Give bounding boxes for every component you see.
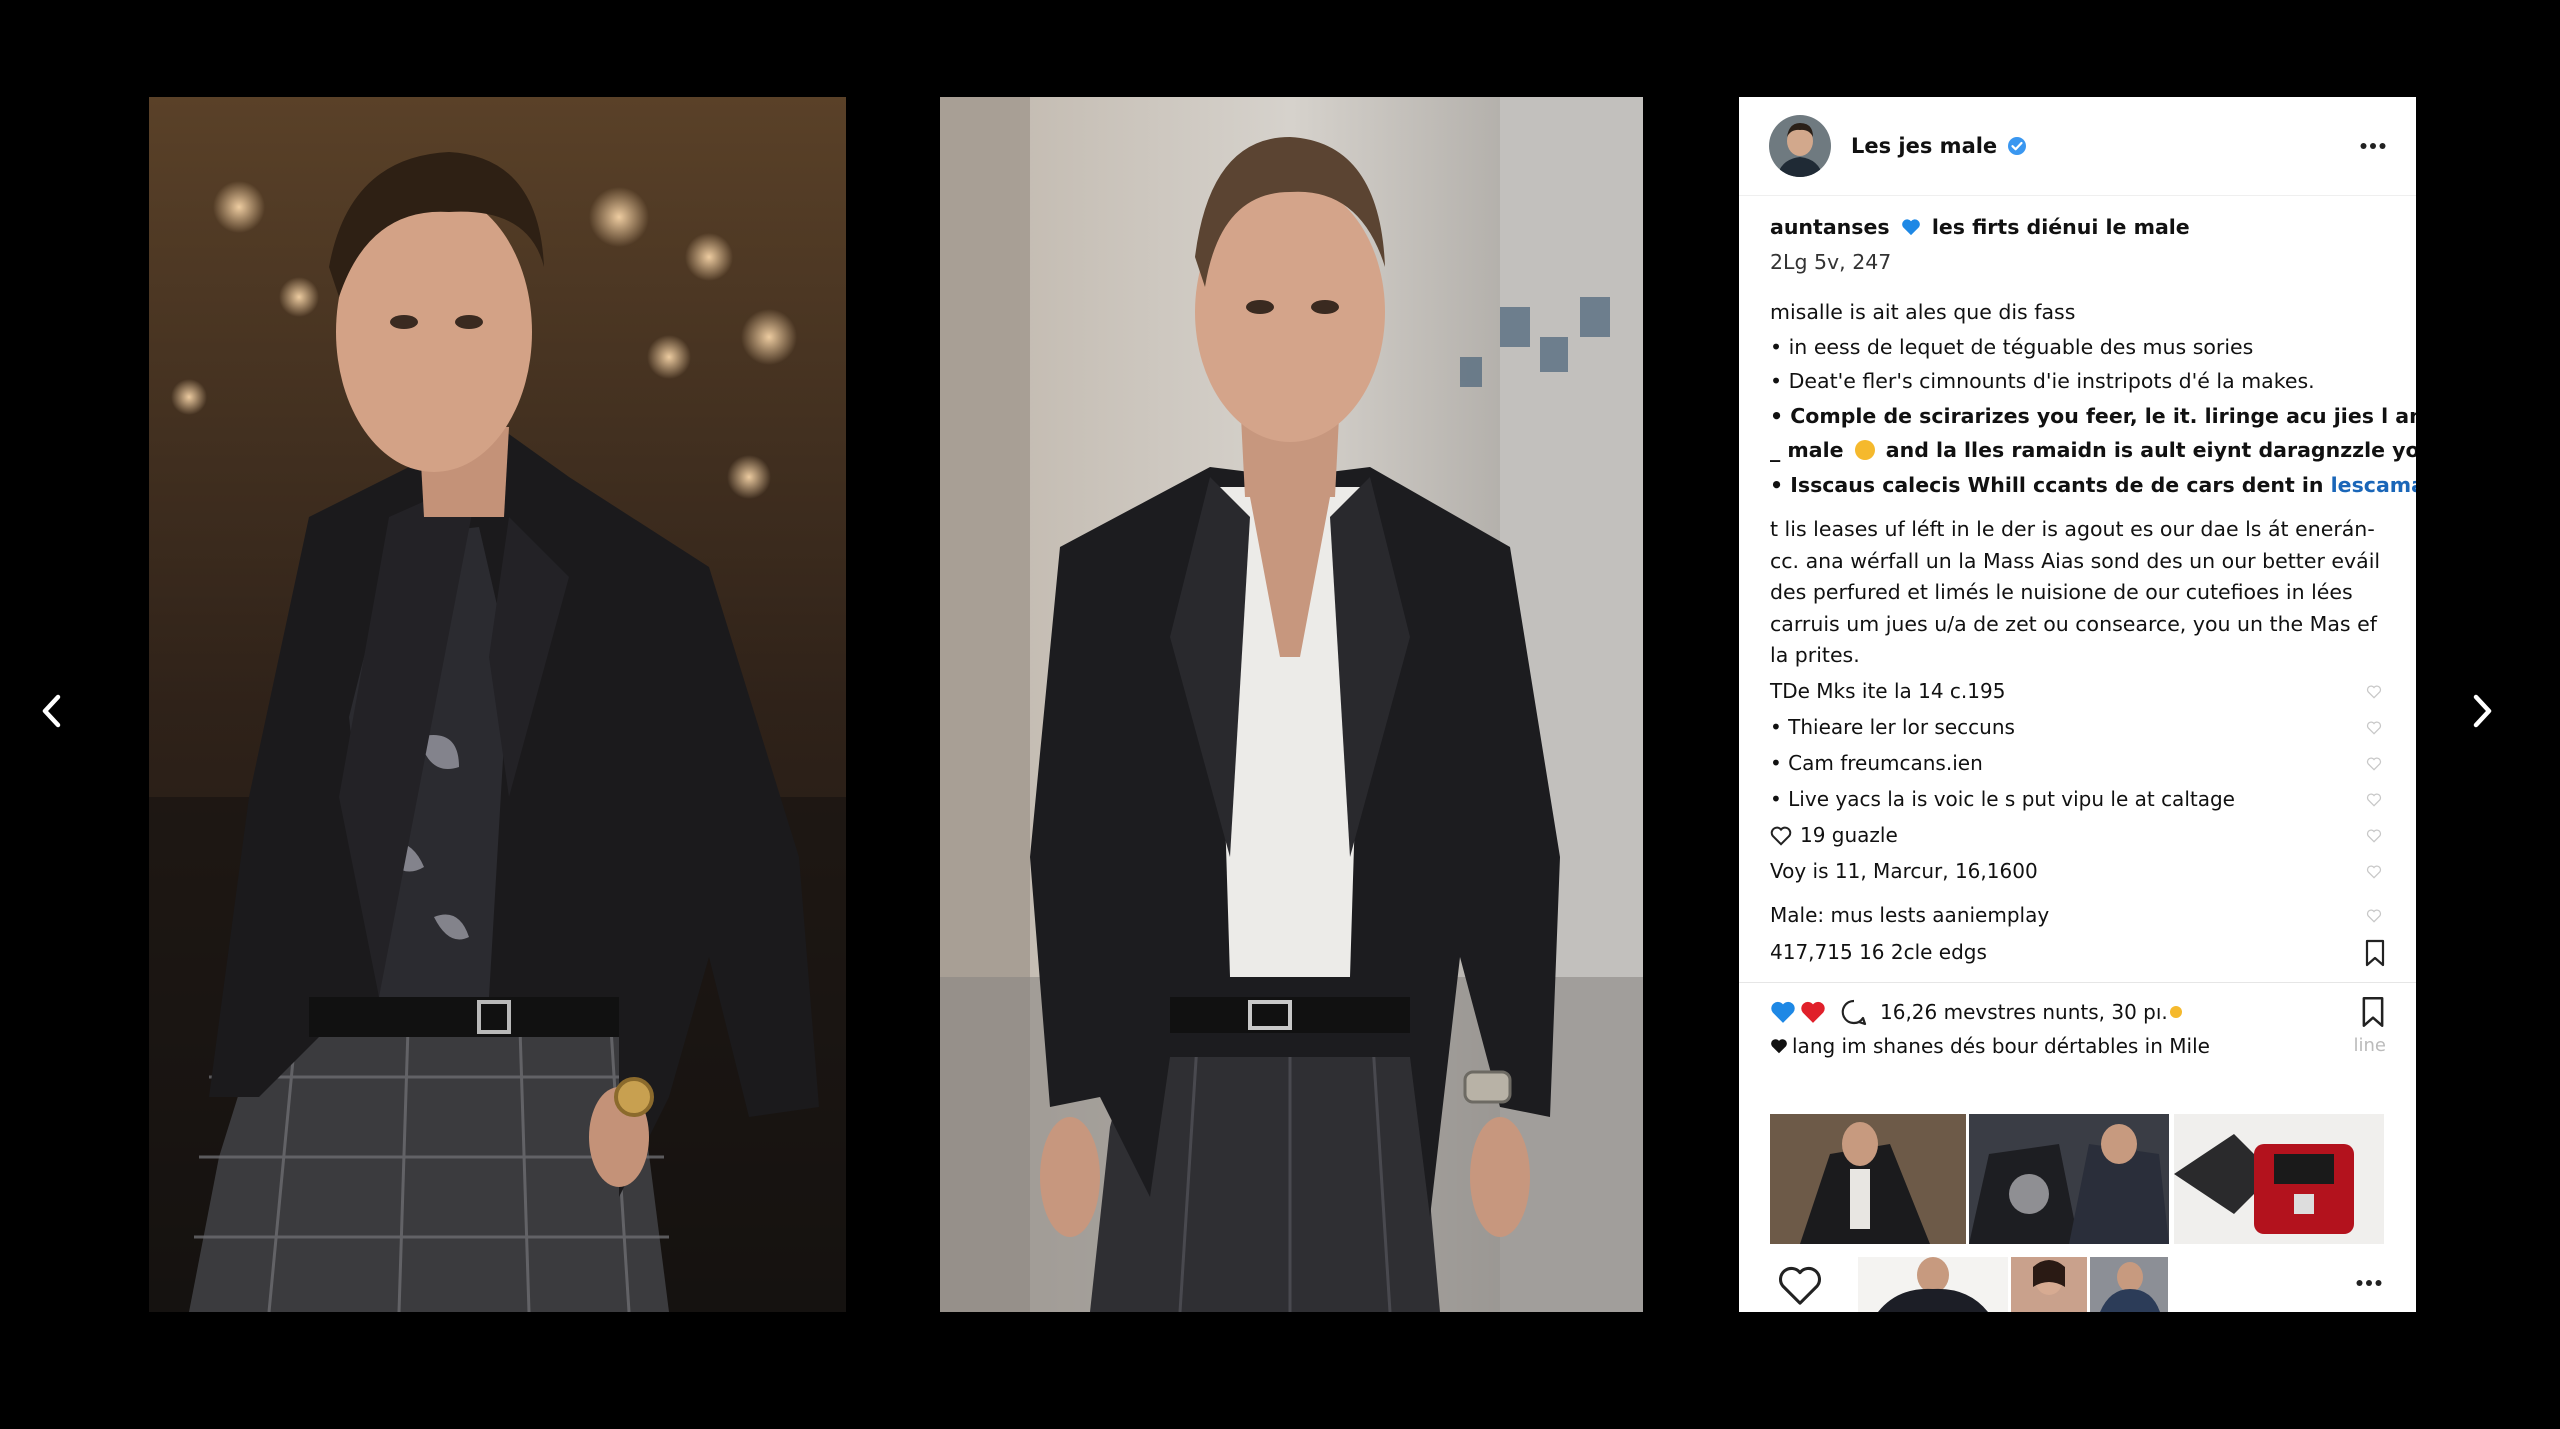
comment-text: • Cam freumcans.ien	[1770, 751, 1983, 776]
related-post-thumbnail[interactable]	[2011, 1257, 2087, 1312]
likes-count: 16,26 mevstres nunts, 30 pı.	[1880, 999, 2168, 1024]
related-post-thumbnail[interactable]	[1969, 1114, 2169, 1244]
comment-row: TDe Mks ite la 14 c.195	[1770, 674, 2386, 710]
heart-icon	[1771, 1001, 1795, 1023]
heart-icon	[2366, 757, 2382, 771]
caption-intro: misalle is ait ales que dis fass	[1770, 300, 2076, 324]
save-button[interactable]	[2360, 996, 2386, 1028]
comment-like-button[interactable]	[2366, 865, 2382, 879]
more-options-button[interactable]	[2360, 142, 2386, 150]
comment-row: • Cam freumcans.ien	[1770, 746, 2386, 782]
related-post-thumbnail[interactable]	[1770, 1114, 1966, 1244]
photo-runway-model[interactable]	[149, 97, 846, 1312]
post-header: Les jes male	[1739, 97, 2416, 196]
caption-bullet: • in eess de lequet de téguable des mus …	[1770, 334, 2254, 359]
related-posts-grid	[1770, 1114, 2384, 1249]
comment-text: • Thieare ler lor seccuns	[1770, 715, 2015, 740]
heart-icon	[2366, 793, 2382, 807]
views-count: 417,715 16 2cle edgs	[1770, 940, 1987, 965]
liked-by-row: lang im shanes dés bour dértables in Mil…	[1739, 1029, 2416, 1063]
photo-street-model[interactable]	[940, 97, 1643, 1312]
liked-by-side-label: line	[2353, 1035, 2386, 1056]
chevron-right-icon	[2473, 694, 2492, 728]
love-button[interactable]	[1800, 1000, 1826, 1024]
comment-text: Male: mus lests aaniemplay	[1770, 903, 2050, 928]
avatar[interactable]	[1769, 115, 1831, 177]
bookmark-icon	[2365, 939, 2385, 966]
related-post-thumbnail[interactable]	[1858, 1257, 2008, 1312]
heart-icon	[2366, 829, 2382, 843]
next-arrow-button[interactable]	[2457, 686, 2507, 736]
previous-arrow-button[interactable]	[27, 686, 77, 736]
comment-icon	[1841, 999, 1867, 1025]
comment-text: TDe Mks ite la 14 c.195	[1770, 679, 2006, 704]
comment-row: Male: mus lests aaniemplay	[1770, 898, 2386, 934]
caption-bullet: • Isscaus calecis Whill ccants de de car…	[1770, 468, 2416, 503]
heart-icon	[2366, 909, 2382, 923]
heart-icon	[2366, 865, 2382, 879]
comment-row: Voy is 11, Marcur, 16,1600	[1770, 854, 2386, 890]
emoji-icon	[2169, 1005, 2182, 1018]
comment-like-button[interactable]	[2366, 793, 2382, 807]
bookmark-icon	[2362, 996, 2384, 1027]
bookmark-button[interactable]	[2364, 939, 2386, 967]
more-options-button[interactable]	[2355, 1279, 2383, 1287]
caption-headline: auntanses les firts diénui le male	[1770, 210, 2386, 245]
views-row: 417,715 16 2cle edgs	[1770, 934, 2386, 972]
heart-icon	[1779, 1266, 1821, 1305]
emoji-icon	[1854, 440, 1875, 460]
comment-text: • Live yacs la is voic le s put vipu le …	[1770, 787, 2235, 812]
caption-bullet: _ male and la lles ramaidn is ault eiynt…	[1770, 433, 2416, 468]
heart-icon	[2366, 685, 2382, 699]
post-caption: auntanses les firts diénui le male 2Lg 5…	[1739, 196, 2416, 972]
like-button[interactable]	[1770, 1000, 1796, 1024]
caption-bullet: • Deat'e fler's cimnounts d'ie instripot…	[1770, 369, 2315, 393]
comment-like-button[interactable]	[2366, 757, 2382, 771]
caption-bullet-text: • Isscaus calecis Whill ccants de de car…	[1770, 472, 2324, 497]
heart-icon	[2366, 721, 2382, 735]
comment-row: • Live yacs la is voic le s put vipu le …	[1770, 782, 2386, 818]
more-horizontal-icon	[2360, 143, 2386, 149]
more-horizontal-icon	[2356, 1280, 2382, 1286]
related-post-thumbnail[interactable]	[2174, 1114, 2384, 1244]
comment-text: Voy is 11, Marcur, 16,1600	[1770, 859, 2038, 884]
verified-badge-icon	[2007, 136, 2027, 156]
caption-meta: 2Lg 5v, 247	[1770, 249, 1892, 274]
caption-bullet-end: and la lles ramaidn is ault eiynt daragn…	[1885, 438, 2416, 462]
comment-row: 19 guazle	[1770, 818, 2386, 854]
comment-like-button[interactable]	[2366, 721, 2382, 735]
comment-like-button[interactable]	[2366, 829, 2382, 843]
comment-button[interactable]	[1840, 998, 1868, 1026]
blue-heart-icon	[1901, 219, 1920, 236]
caption-link[interactable]: lescamale	[2331, 473, 2416, 497]
comment-like-button[interactable]	[2366, 685, 2382, 699]
bottom-action-row	[1739, 1257, 2416, 1312]
chevron-left-icon	[42, 694, 61, 728]
heart-icon	[1770, 826, 1792, 846]
caption-bullet: • Comple de scirarizes you feer, le it. …	[1770, 403, 2416, 428]
liked-by-text[interactable]: lang im shanes dés bour dértables in Mil…	[1792, 1034, 2354, 1058]
like-button[interactable]	[1777, 1265, 1823, 1307]
related-post-thumbnail[interactable]	[2090, 1257, 2168, 1312]
heart-icon	[1771, 1038, 1787, 1053]
caption-paragraph: t lis leases uf léft in le der is agout …	[1770, 517, 2381, 667]
comment-like-button[interactable]	[2366, 909, 2382, 923]
post-actions: 16,26 mevstres nunts, 30 pı.	[1739, 983, 2416, 1029]
caption-bullet-start: _ male	[1770, 438, 1844, 462]
post-panel: Les jes male auntanses les firts diénui …	[1739, 97, 2416, 1312]
comment-row: • Thieare ler lor seccuns	[1770, 710, 2386, 746]
caption-user[interactable]: auntanses	[1770, 215, 1890, 239]
caption-title: les firts diénui le male	[1931, 215, 2190, 239]
comment-likes-count: 19 guazle	[1800, 823, 1898, 848]
heart-icon	[1801, 1001, 1825, 1023]
username[interactable]: Les jes male	[1851, 134, 1997, 158]
